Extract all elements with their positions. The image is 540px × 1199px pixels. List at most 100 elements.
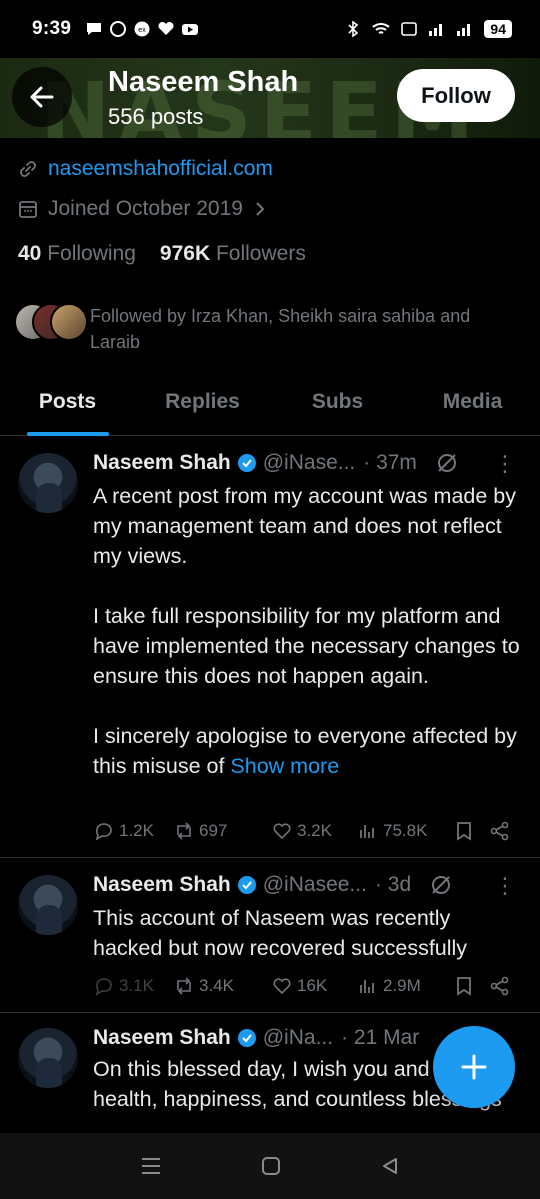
system-icons: 94 [344,20,512,38]
follow-counts: 40 Following 976K Followers [18,242,306,266]
post-author-name[interactable]: Naseem Shah [93,873,231,897]
post-author-handle: @iNa... [262,1026,334,1049]
followers-stat[interactable]: 976K Followers [160,242,306,266]
wifi-icon [372,23,391,34]
system-nav-bar [0,1133,540,1199]
verified-badge-icon [237,876,256,894]
chevron-right-icon [256,202,265,216]
post-item[interactable]: Naseem Shah @iNase... · 37m ⋮ A recent p… [0,437,540,858]
grok-icon[interactable] [429,873,453,897]
bookmark-icon[interactable] [453,820,475,842]
following-stat[interactable]: 40 Following [18,242,136,266]
reply-icon [95,823,112,841]
post-time: · 37m [363,451,417,474]
post-actions: 3.1K 3.4K 16K 2.9M [93,975,523,997]
ex-icon: ex [134,21,150,37]
post-time: · 21 Mar [341,1026,420,1049]
tab-media[interactable]: Media [405,378,540,435]
home-icon[interactable] [261,1156,281,1176]
avatar[interactable] [18,1028,78,1088]
arrow-left-icon [30,86,54,108]
avatar[interactable] [18,453,78,513]
show-more-link[interactable]: Show more [230,754,339,778]
tab-subs[interactable]: Subs [270,378,405,435]
views-icon [360,980,374,993]
post-author-name[interactable]: Naseem Shah [93,1026,231,1050]
tab-posts[interactable]: Posts [0,378,135,435]
back-nav-icon[interactable] [380,1156,400,1176]
repost-count: 3.4K [199,976,234,995]
views-count: 75.8K [383,821,428,840]
post-body: A recent post from my account was made b… [93,484,520,778]
reply-button[interactable]: 3.1K [93,975,173,997]
status-time: 9:39 [32,18,72,39]
post-author-handle: @iNase... [262,451,356,474]
following-count: 40 [18,242,42,265]
share-icon[interactable] [489,975,511,997]
verified-badge-icon [237,1029,256,1047]
following-label: Following [47,242,136,265]
followers-count: 976K [159,242,211,265]
views-button[interactable]: 75.8K [357,820,453,842]
repost-count: 697 [199,821,228,840]
bookmark-icon[interactable] [453,975,475,997]
heart-icon [158,21,174,35]
notification-icons: ex [85,21,199,37]
volte-icon [401,22,418,36]
avatar[interactable] [18,875,78,935]
follow-button[interactable]: Follow [397,69,515,122]
repost-button[interactable]: 3.4K [173,975,271,997]
like-button[interactable]: 16K [271,975,357,997]
post-header: Naseem Shah @iNase... · 37m [93,451,523,475]
like-count: 16K [297,976,328,995]
verified-badge-icon [237,454,256,472]
reply-count: 3.1K [119,976,154,995]
views-count: 2.9M [383,976,421,995]
post-time: · 3d [374,873,412,896]
website-link[interactable]: naseemshahofficial.com [48,157,273,181]
views-icon [360,825,374,838]
website-row[interactable]: naseemshahofficial.com [18,157,273,181]
profile-tabs: Posts Replies Subs Media [0,378,540,436]
bluetooth-icon [348,21,359,37]
compose-button[interactable] [433,1026,515,1108]
posts-count: 556 posts [108,104,204,129]
more-options-icon[interactable]: ⋮ [494,873,516,899]
avatar [50,303,88,341]
link-icon [20,161,36,177]
joined-row[interactable]: Joined October 2019 [18,197,267,221]
repost-icon [177,822,191,840]
followed-by-text: Followed by Irza Khan, Sheikh saira sahi… [90,306,471,352]
heart-outline-icon [273,978,291,995]
reply-button[interactable]: 1.2K [93,820,173,842]
post-author-handle: @iNasee... [262,873,367,896]
post-actions: 1.2K 697 3.2K 75.8K [93,820,523,842]
more-options-icon[interactable]: ⋮ [494,451,516,477]
reply-count: 1.2K [119,821,154,840]
status-bar: 9:39 ex 94 [0,0,540,58]
tab-replies[interactable]: Replies [135,378,270,435]
share-icon[interactable] [489,820,511,842]
back-button[interactable] [12,67,72,127]
repost-button[interactable]: 697 [173,820,271,842]
repost-icon [177,977,191,995]
grok-icon[interactable] [435,451,459,475]
followed-by-row[interactable]: Followed by Irza Khan, Sheikh saira sahi… [14,303,520,355]
post-author-name[interactable]: Naseem Shah [93,451,231,475]
signal-icon [429,24,443,36]
post-item[interactable]: Naseem Shah @iNasee... · 3d ⋮ This accou… [0,859,540,1013]
profile-name-header: Naseem Shah [108,66,299,98]
joined-date: Joined October 2019 [48,197,243,220]
like-button[interactable]: 3.2K [271,820,357,842]
followers-label: Followers [215,242,306,265]
recents-icon[interactable] [140,1156,162,1176]
views-button[interactable]: 2.9M [357,975,453,997]
plus-icon [461,1054,487,1080]
post-header: Naseem Shah @iNasee... · 3d [93,873,523,897]
battery-indicator: 94 [484,20,512,38]
chat-icon [87,23,102,35]
followed-by-avatars [14,303,88,343]
like-count: 3.2K [297,821,332,840]
reply-icon [95,978,112,996]
youtube-icon [182,24,199,35]
